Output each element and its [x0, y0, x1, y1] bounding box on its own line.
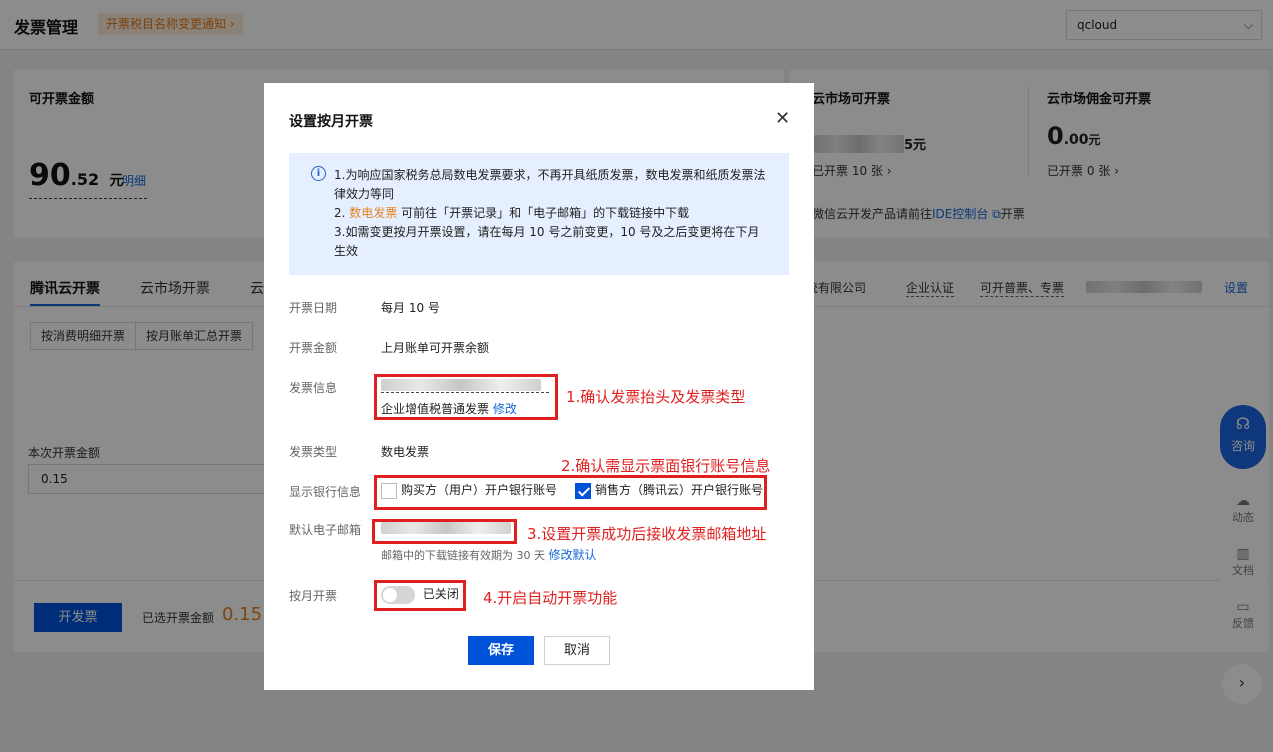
amount-label: 开票金额 — [289, 341, 338, 355]
save-button[interactable]: 保存 — [468, 636, 534, 665]
info-icon: i — [311, 166, 326, 181]
date-label: 开票日期 — [289, 301, 338, 315]
info-alert: i 1.为响应国家税务总局数电发票要求，不再开具纸质发票，数电发票和纸质发票法律… — [289, 153, 789, 275]
annotation-3: 3.设置开票成功后接收发票邮箱地址 — [527, 525, 767, 543]
monthly-label: 按月开票 — [289, 589, 338, 603]
alert-line-1: 1.为响应国家税务总局数电发票要求，不再开具纸质发票，数电发票和纸质发票法律效力… — [334, 168, 766, 201]
invoice-type-value: 数电发票 — [381, 445, 430, 459]
annotation-box-1 — [374, 374, 558, 420]
invoice-type-label: 发票类型 — [289, 445, 338, 459]
edit-default-email-link[interactable]: 修改默认 — [549, 548, 597, 562]
bank-info-label: 显示银行信息 — [289, 485, 362, 499]
annotation-box-2 — [374, 475, 767, 510]
cancel-button[interactable]: 取消 — [544, 636, 610, 665]
email-label: 默认电子邮箱 — [289, 523, 362, 537]
email-hint: 邮箱中的下载链接有效期为 30 天 修改默认 — [381, 548, 597, 562]
dialog-title: 设置按月开票 — [289, 114, 373, 130]
annotation-4: 4.开启自动开票功能 — [483, 589, 618, 607]
annotation-1: 1.确认发票抬头及发票类型 — [566, 388, 746, 406]
invoice-info-label: 发票信息 — [289, 381, 338, 395]
annotation-2: 2.确认需显示票面银行账号信息 — [561, 457, 771, 475]
amount-rule: 上月账单可开票余额 — [381, 341, 490, 355]
alert-line-3: 3.如需变更按月开票设置，请在每月 10 号之前变更，10 号及之后变更将在下月… — [334, 225, 760, 258]
alert-line-2: 2. 数电发票 可前往「开票记录」和「电子邮箱」的下载链接中下载 — [334, 206, 690, 220]
date-value: 每月 10 号 — [381, 301, 440, 315]
annotation-box-3 — [372, 519, 517, 544]
annotation-box-4 — [374, 580, 466, 611]
close-icon[interactable]: ✕ — [775, 110, 790, 128]
